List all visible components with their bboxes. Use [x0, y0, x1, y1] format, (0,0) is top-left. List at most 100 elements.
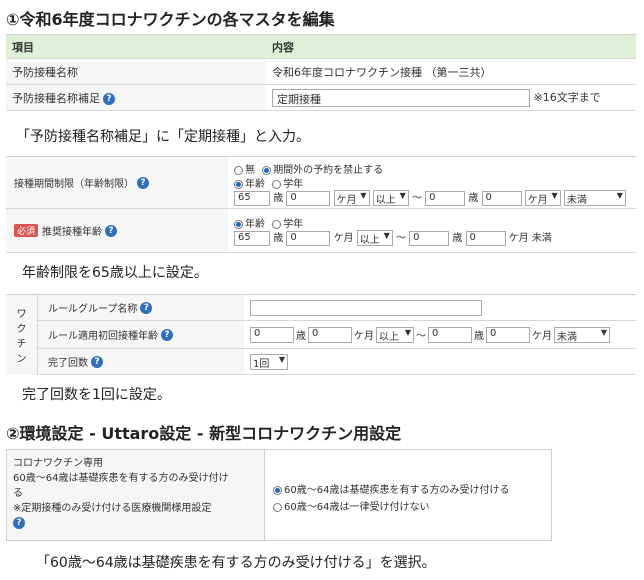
help-icon[interactable]: ? — [103, 92, 115, 105]
recommended-from-age-input[interactable]: 65 — [234, 230, 270, 246]
rule-to-month-input[interactable]: 0 — [486, 326, 530, 343]
vaccine-master-table: 項目 内容 予防接種名称 令和6年度コロナワクチン接種 （第一三共） 予防接種名… — [6, 34, 636, 111]
section1-heading: ①令和6年度コロナワクチンの各マスタを編集 — [6, 10, 335, 29]
period-to-month-unit-select[interactable]: ケ月 ▼ — [524, 190, 561, 206]
select-value: ケ月 — [527, 195, 548, 206]
chevron-down-icon: ▼ — [551, 191, 558, 200]
chevron-down-icon: ▼ — [399, 191, 406, 200]
side-tab-char: チ — [16, 339, 27, 350]
period-from-age-input[interactable]: 65 — [234, 190, 270, 206]
count-label: 完了回数 — [48, 358, 88, 369]
help-icon[interactable]: ? — [137, 176, 149, 189]
period-value-cell: 無 期間外の予約を禁止する 年齢 学年 65 歳 0 ケ月 ▼ 以上 ▼ 〜 0 歳… — [228, 157, 636, 209]
unit-age: 歳 — [468, 193, 479, 204]
help-icon[interactable]: ? — [161, 328, 173, 341]
unit-month: ケ月 — [354, 331, 374, 342]
chevron-down-icon: ▼ — [383, 231, 390, 240]
period-from-month-unit-select[interactable]: ケ月 ▼ — [333, 190, 370, 206]
covid-settings-label-cell: コロナワクチン専用 60歳〜64歳は基礎疾患を有する方のみ受け付け る ※定期接… — [7, 450, 265, 540]
help-icon[interactable]: ? — [13, 517, 25, 529]
help-icon[interactable]: ? — [91, 355, 103, 368]
rule-panel: ワ ク チ ン ルールグループ名称? ルール適用初回接種年齢? 0 歳 0 ケ月… — [6, 294, 636, 375]
rule-to-condition-select[interactable]: 未満 ▼ — [554, 326, 610, 343]
vaccine-name-supplement-cell: 定期接種 ※16文字まで — [266, 84, 636, 111]
col-header-item: 項目 — [6, 34, 266, 59]
help-icon[interactable]: ? — [140, 301, 153, 314]
option-row-2[interactable]: 60歳〜64歳は一律受け付けない — [273, 499, 509, 516]
period-to-month-input[interactable]: 0 — [481, 190, 522, 206]
supplement-label-text: 予防接種名称補足 — [12, 91, 100, 105]
rule-group-label-cell: ルールグループ名称? — [38, 295, 244, 321]
radio-block-outside[interactable] — [262, 165, 272, 175]
select-value: 以上 — [359, 235, 380, 246]
caption-age-limit: 年齢制限を65歳以上に設定。 — [22, 265, 208, 281]
unit-age: 歳 — [273, 233, 284, 244]
select-value: 未満 — [557, 331, 577, 343]
recommended-radio-grade[interactable] — [272, 219, 282, 229]
period-to-condition-select[interactable]: 未満 ▼ — [563, 190, 626, 206]
unit-age: 歳 — [452, 233, 463, 244]
recommended-from-month-input[interactable]: 0 — [286, 230, 331, 246]
unit-age: 歳 — [296, 331, 306, 342]
range-tilde: 〜 — [395, 233, 406, 244]
rule-age-label: ルール適用初回接種年齢 — [48, 331, 158, 342]
period-from-condition-select[interactable]: 以上 ▼ — [372, 190, 409, 206]
covid-settings-options: 60歳〜64歳は基礎疾患を有する方のみ受け付ける 60歳〜64歳は一律受け付けな… — [273, 482, 509, 516]
required-badge: 必須 — [14, 224, 39, 237]
rule-to-age-input[interactable]: 0 — [428, 326, 472, 343]
recommended-radio-age[interactable] — [234, 219, 243, 229]
period-from-month-input[interactable]: 0 — [286, 190, 331, 206]
unit-month: ケ月 — [333, 233, 354, 244]
recommended-label: 推奨接種年齢 — [42, 227, 103, 238]
caption-completion-count: 完了回数を1回に設定。 — [22, 387, 171, 403]
radio-age[interactable] — [234, 179, 243, 189]
unit-month: ケ月 — [532, 331, 552, 342]
unit-month-miman: ケ月 未満 — [508, 233, 552, 244]
option-row-1[interactable]: 60歳〜64歳は基礎疾患を有する方のみ受け付ける — [273, 482, 509, 499]
period-to-age-input[interactable]: 0 — [425, 190, 466, 206]
radio-option-underlying[interactable] — [273, 485, 282, 495]
help-icon[interactable]: ? — [105, 224, 118, 237]
radio-grade[interactable] — [272, 179, 282, 189]
period-label-cell: 接種期間制限（年齢制限）? — [6, 157, 228, 209]
option1-label: 60歳〜64歳は基礎疾患を有する方のみ受け付ける — [284, 485, 510, 496]
vaccine-name-label: 予防接種名称 — [6, 58, 266, 85]
chevron-down-icon: ▼ — [404, 327, 411, 337]
supplement-input[interactable]: 定期接種 — [272, 88, 530, 107]
unit-age: 歳 — [474, 331, 484, 342]
chevron-down-icon: ▼ — [278, 354, 285, 364]
select-value: ケ月 — [336, 195, 357, 206]
recommended-label-cell: 必須 推奨接種年齢? — [6, 209, 228, 253]
section2-heading: ②環境設定 - Uttaro設定 - 新型コロナワクチン用設定 — [6, 424, 402, 443]
recommended-to-age-input[interactable]: 0 — [409, 230, 450, 246]
side-tab-char: ン — [16, 354, 27, 365]
rule-group-label: ルールグループ名称 — [48, 304, 138, 315]
chevron-down-icon: ▼ — [600, 327, 607, 337]
count-label-cell: 完了回数? — [38, 349, 244, 375]
caption-supplement: 「予防接種名称補足」に「定期接種」と入力。 — [16, 129, 310, 145]
rule-group-input[interactable] — [250, 299, 482, 316]
covid-settings-panel: コロナワクチン専用 60歳〜64歳は基礎疾患を有する方のみ受け付け る ※定期接… — [6, 449, 552, 541]
rule-age-value-cell: 0 歳 0 ケ月 以上 ▼ 〜 0 歳 0 ケ月 未満 ▼ — [244, 321, 636, 349]
range-tilde: 〜 — [411, 193, 422, 204]
side-tab-char: ワ — [16, 309, 27, 320]
rule-group-value-cell — [244, 295, 636, 321]
supplement-note: ※16文字まで — [533, 90, 601, 104]
covid-label-line2: 60歳〜64歳は基礎疾患を有する方のみ受け付け — [13, 473, 229, 484]
chevron-down-icon: ▼ — [360, 191, 367, 200]
col-header-content: 内容 — [266, 34, 636, 59]
recommended-to-month-input[interactable]: 0 — [465, 230, 506, 246]
period-label: 接種期間制限（年齢制限） — [14, 179, 134, 190]
rule-from-month-input[interactable]: 0 — [308, 326, 352, 343]
range-tilde: 〜 — [416, 331, 426, 342]
rule-from-condition-select[interactable]: 以上 ▼ — [376, 326, 414, 343]
radio-none[interactable] — [234, 165, 243, 175]
radio-option-none[interactable] — [273, 502, 282, 512]
rule-from-age-input[interactable]: 0 — [250, 326, 294, 343]
recommended-from-condition-select[interactable]: 以上 ▼ — [356, 230, 393, 246]
chevron-down-icon: ▼ — [616, 191, 623, 200]
rule-age-label-cell: ルール適用初回接種年齢? — [38, 321, 244, 349]
completion-count-select[interactable]: 1回 ▼ — [250, 353, 288, 370]
vaccine-name-supplement-label: 予防接種名称補足? — [6, 84, 266, 111]
vaccine-name-value: 令和6年度コロナワクチン接種 （第一三共） — [266, 58, 636, 85]
